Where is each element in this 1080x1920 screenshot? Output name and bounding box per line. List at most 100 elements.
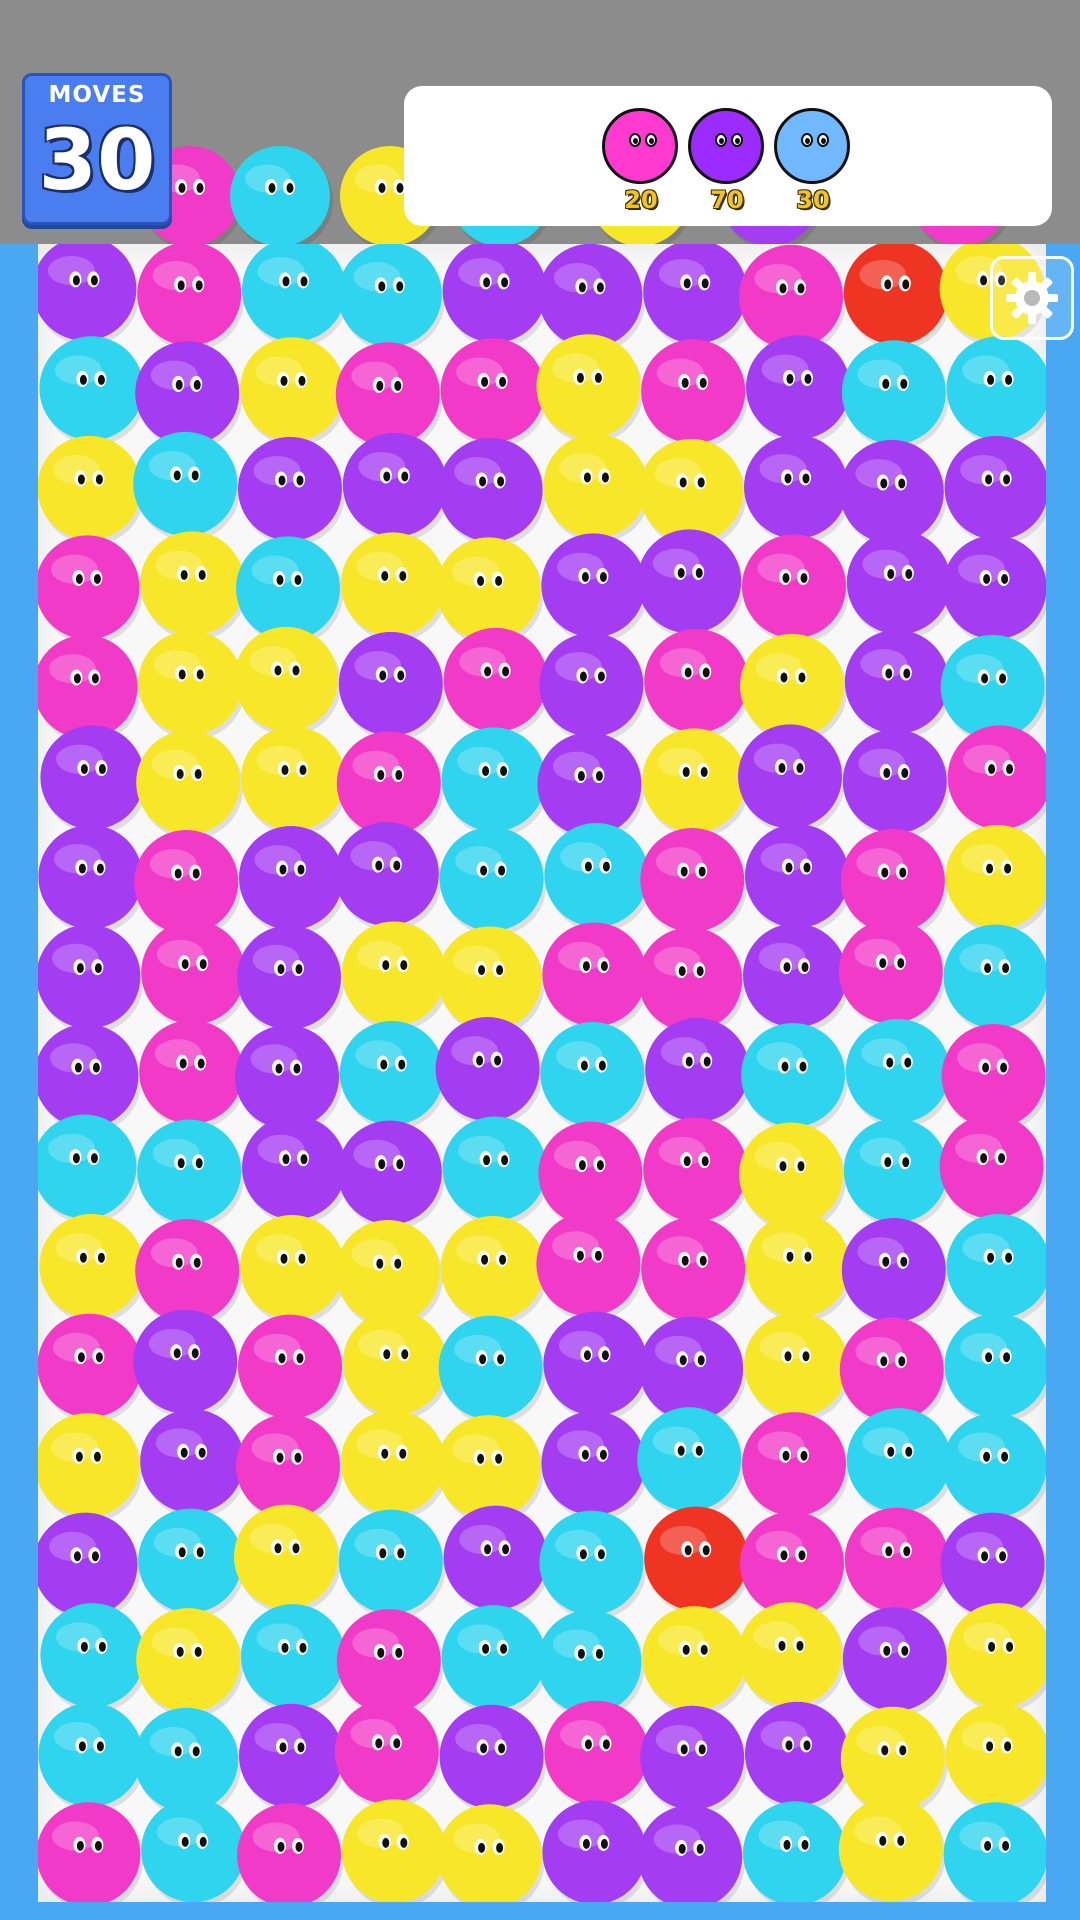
cyan-blob[interactable] — [540, 1022, 648, 1131]
yellow-blob[interactable] — [340, 532, 448, 642]
cyan-blob[interactable] — [438, 1315, 546, 1425]
yellow-blob[interactable] — [341, 1799, 449, 1902]
red-blob[interactable] — [843, 244, 951, 350]
cyan-blob[interactable] — [841, 340, 949, 450]
purple-blob[interactable] — [338, 631, 446, 741]
purple-blob[interactable] — [542, 1800, 650, 1902]
purple-blob[interactable] — [40, 725, 148, 835]
pink-blob[interactable] — [641, 1217, 749, 1327]
yellow-blob[interactable] — [947, 1603, 1046, 1713]
yellow-blob[interactable] — [38, 1413, 143, 1523]
purple-blob[interactable] — [337, 1120, 445, 1230]
cyan-blob[interactable] — [441, 727, 549, 837]
purple-blob[interactable] — [645, 1018, 753, 1127]
purple-blob[interactable] — [38, 244, 140, 346]
cyan-blob[interactable] — [242, 244, 349, 347]
blob-grid[interactable] — [38, 244, 1046, 1902]
purple-blob[interactable] — [133, 1309, 241, 1419]
yellow-blob[interactable] — [240, 1215, 347, 1325]
cyan-blob[interactable] — [539, 1510, 647, 1620]
pink-blob[interactable] — [237, 1803, 344, 1902]
cyan-blob[interactable] — [338, 1509, 446, 1619]
pink-blob[interactable] — [644, 628, 752, 738]
purple-blob[interactable] — [744, 434, 851, 544]
cyan-blob[interactable] — [441, 1605, 549, 1715]
cyan-blob[interactable] — [137, 1119, 245, 1229]
purple-blob[interactable] — [746, 335, 853, 445]
purple-blob[interactable] — [242, 1115, 349, 1225]
purple-blob[interactable] — [637, 529, 745, 639]
cyan-blob[interactable] — [544, 822, 652, 932]
yellow-blob[interactable] — [341, 921, 449, 1031]
pink-blob[interactable] — [38, 1802, 144, 1902]
cyan-blob[interactable] — [942, 1413, 1046, 1523]
purple-blob[interactable] — [841, 1218, 949, 1328]
pink-blob[interactable] — [38, 1313, 145, 1423]
cyan-blob[interactable] — [843, 1118, 951, 1228]
yellow-blob[interactable] — [642, 728, 750, 838]
pink-blob[interactable] — [939, 1114, 1046, 1224]
pink-blob[interactable] — [544, 1700, 652, 1810]
purple-blob[interactable] — [239, 1703, 346, 1813]
cyan-blob[interactable] — [39, 336, 147, 446]
red-blob[interactable] — [644, 1506, 752, 1616]
pink-blob[interactable] — [440, 338, 548, 448]
purple-blob[interactable] — [438, 437, 546, 547]
pink-blob[interactable] — [947, 725, 1046, 835]
purple-blob[interactable] — [443, 1505, 551, 1615]
yellow-blob[interactable] — [642, 1606, 750, 1716]
purple-blob[interactable] — [541, 533, 649, 643]
cyan-blob[interactable] — [946, 1214, 1046, 1324]
purple-blob[interactable] — [844, 629, 952, 739]
pink-blob[interactable] — [38, 535, 143, 645]
purple-blob[interactable] — [541, 1411, 649, 1521]
cyan-blob[interactable] — [845, 1019, 953, 1128]
pink-blob[interactable] — [542, 922, 650, 1032]
yellow-blob[interactable] — [838, 1797, 946, 1902]
cyan-blob[interactable] — [741, 1023, 848, 1132]
cyan-blob[interactable] — [133, 431, 241, 541]
purple-blob[interactable] — [745, 823, 852, 933]
cyan-blob[interactable] — [339, 1021, 447, 1130]
cyan-blob[interactable] — [637, 1407, 745, 1517]
pink-blob[interactable] — [238, 1314, 345, 1424]
purple-blob[interactable] — [237, 925, 344, 1035]
purple-blob[interactable] — [543, 1311, 651, 1421]
purple-blob[interactable] — [342, 432, 450, 542]
yellow-blob[interactable] — [437, 1804, 545, 1902]
cyan-blob[interactable] — [38, 1702, 146, 1812]
pink-blob[interactable] — [443, 627, 551, 737]
pink-blob[interactable] — [139, 1020, 247, 1129]
cyan-blob[interactable] — [38, 1114, 140, 1224]
yellow-blob[interactable] — [945, 824, 1046, 934]
cyan-blob[interactable] — [944, 1313, 1046, 1423]
yellow-blob[interactable] — [234, 626, 341, 736]
yellow-blob[interactable] — [945, 1702, 1046, 1812]
purple-blob[interactable] — [745, 1701, 852, 1811]
yellow-blob[interactable] — [240, 337, 347, 447]
pink-blob[interactable] — [844, 1507, 952, 1617]
yellow-blob[interactable] — [744, 1312, 851, 1422]
yellow-blob[interactable] — [746, 1213, 853, 1323]
cyan-blob[interactable] — [943, 1802, 1046, 1902]
yellow-blob[interactable] — [136, 730, 244, 840]
settings-button[interactable] — [990, 256, 1074, 340]
purple-blob[interactable] — [846, 530, 954, 640]
cyan-blob[interactable] — [946, 336, 1046, 446]
purple-blob[interactable] — [942, 535, 1046, 645]
cyan-blob[interactable] — [40, 1603, 148, 1713]
pink-blob[interactable] — [641, 339, 749, 449]
yellow-blob[interactable] — [136, 1608, 244, 1718]
yellow-blob[interactable] — [38, 435, 145, 545]
cyan-blob[interactable] — [439, 826, 547, 936]
purple-blob[interactable] — [640, 1705, 748, 1815]
purple-blob[interactable] — [439, 1704, 547, 1814]
yellow-blob[interactable] — [234, 1504, 341, 1614]
purple-blob[interactable] — [842, 729, 950, 839]
yellow-blob[interactable] — [140, 531, 248, 641]
purple-blob[interactable] — [38, 924, 144, 1034]
yellow-blob[interactable] — [738, 1602, 845, 1712]
purple-blob[interactable] — [738, 724, 845, 834]
purple-blob[interactable] — [239, 825, 346, 935]
purple-blob[interactable] — [743, 923, 850, 1033]
